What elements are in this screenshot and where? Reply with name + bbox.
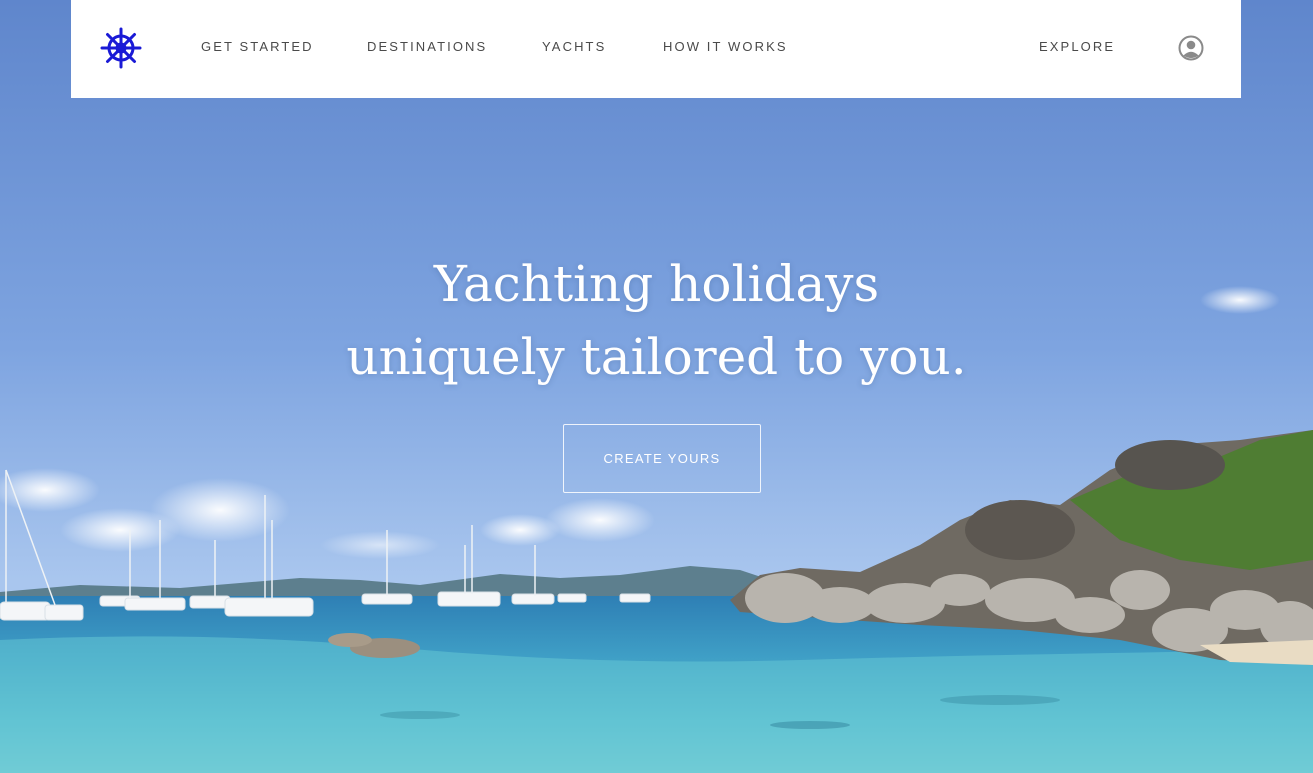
ship-wheel-logo-svg [100, 27, 142, 69]
create-yours-button[interactable]: CREATE YOURS [563, 424, 761, 493]
hero-headline-line2: uniquely tailored to you. [346, 328, 967, 386]
user-circle-svg [1178, 35, 1204, 61]
top-nav: GET STARTED DESTINATIONS YACHTS HOW IT W… [71, 0, 1241, 98]
ship-wheel-icon[interactable] [100, 27, 142, 69]
nav-explore[interactable]: EXPLORE [1039, 39, 1115, 54]
hero-headline-line1: Yachting holidays [433, 255, 880, 313]
hero-headline: Yachting holidays uniquely tailored to y… [0, 248, 1313, 394]
nav-how-it-works[interactable]: HOW IT WORKS [663, 39, 788, 54]
nav-yachts[interactable]: YACHTS [542, 39, 606, 54]
nav-get-started[interactable]: GET STARTED [201, 39, 314, 54]
nav-destinations[interactable]: DESTINATIONS [367, 39, 487, 54]
user-circle-icon[interactable] [1178, 35, 1204, 61]
